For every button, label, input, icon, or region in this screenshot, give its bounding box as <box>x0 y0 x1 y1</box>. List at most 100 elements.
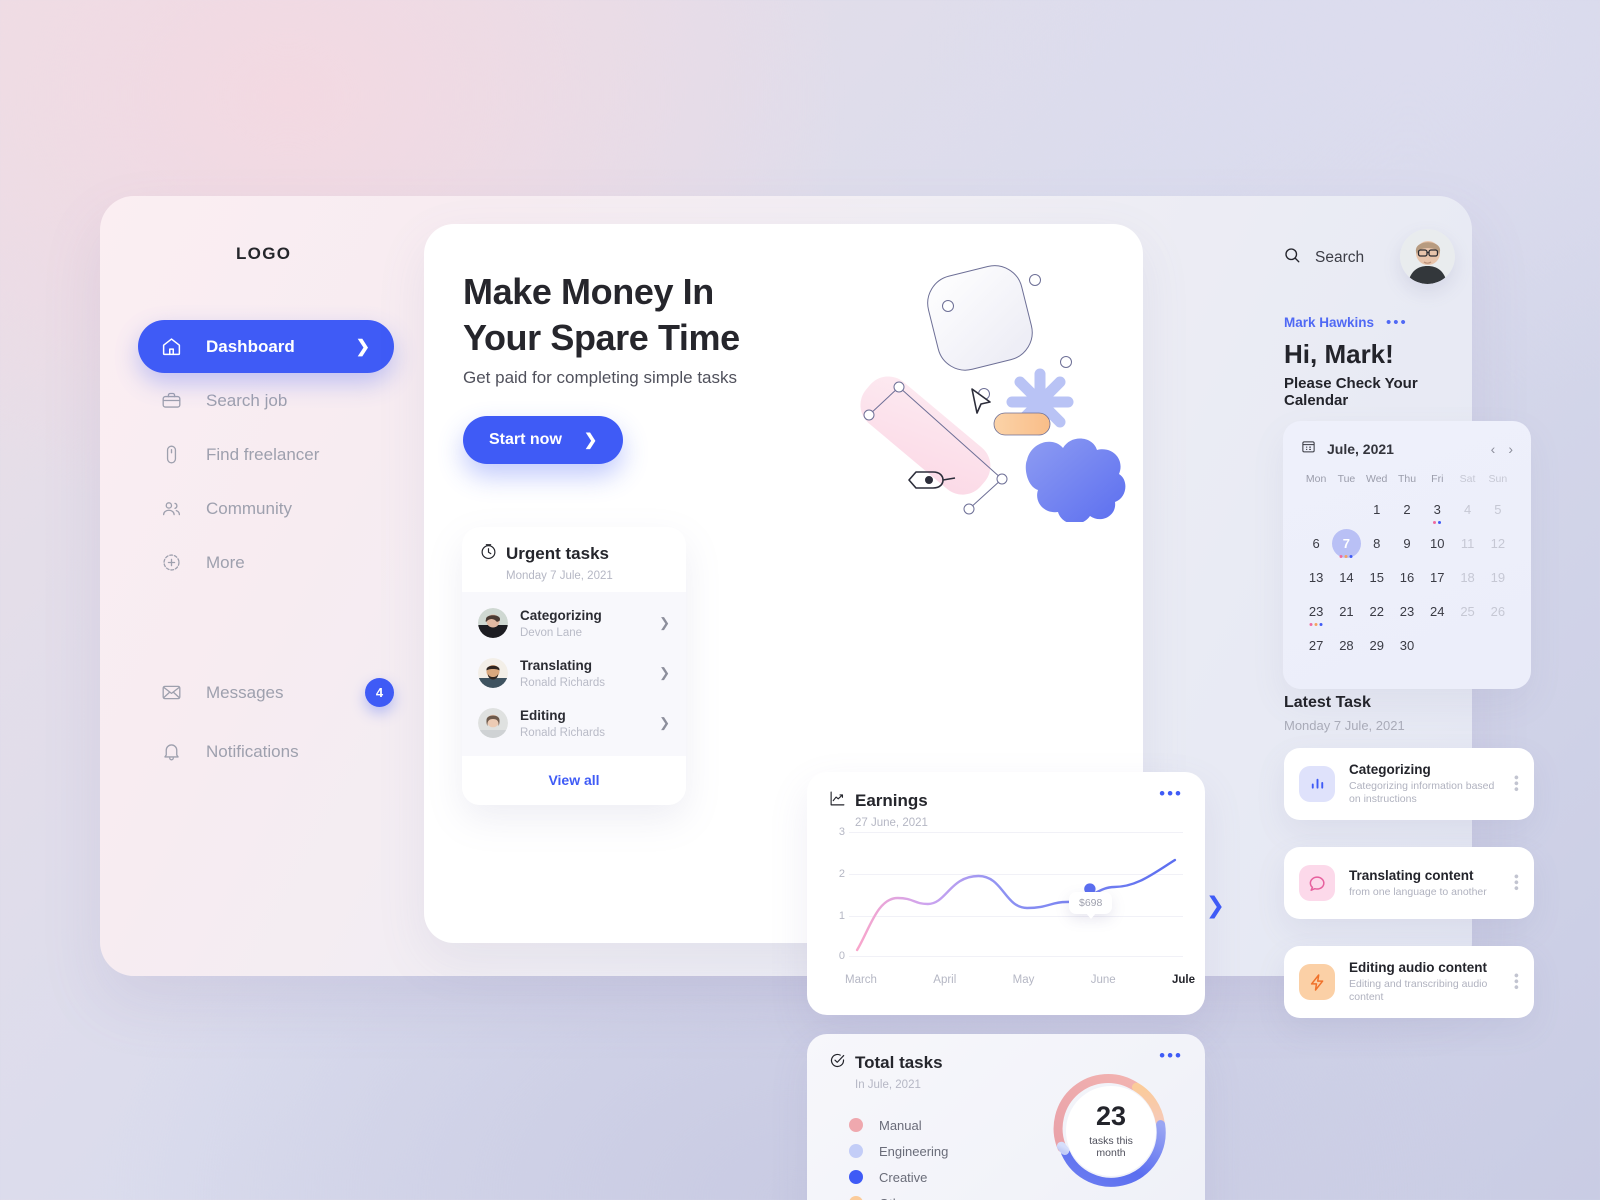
calendar-day-cell[interactable]: 25 <box>1452 596 1482 627</box>
donut-center-text: 23 tasks this month <box>1078 1101 1145 1160</box>
sidebar-item-search-job[interactable]: Search job <box>138 374 394 427</box>
calendar-day-cell[interactable]: 21 <box>1331 596 1361 627</box>
calendar-day-cell[interactable]: 30 <box>1392 630 1422 661</box>
calendar-day-number: 21 <box>1339 604 1354 619</box>
chevron-right-icon[interactable]: ❯ <box>659 715 670 731</box>
calendar-day-number: 1 <box>1373 502 1381 517</box>
latest-task-text: Editing audio content Editing and transc… <box>1349 960 1501 1004</box>
calendar-widget: Jule, 2021 ‹ › Mon Tue Wed Thu Fri Sat Sun 1 2 3 4… <box>1283 421 1531 689</box>
calendar-day-cell[interactable]: 8 <box>1362 528 1392 559</box>
calendar-day-cell[interactable]: 19 <box>1483 562 1513 593</box>
chevron-right-icon[interactable]: ❯ <box>659 665 670 681</box>
calendar-day-cell[interactable]: 15 <box>1362 562 1392 593</box>
earnings-title: Earnings <box>855 791 928 810</box>
start-now-button[interactable]: Start now ❯ <box>463 416 624 464</box>
calendar-day-cell[interactable]: 4 <box>1452 494 1482 525</box>
home-icon <box>160 336 182 358</box>
view-all-button[interactable]: View all <box>462 756 686 805</box>
calendar-day-cell[interactable]: 26 <box>1483 596 1513 627</box>
calendar-day-number: 5 <box>1494 502 1502 517</box>
calendar-day-number: 2 <box>1403 502 1411 517</box>
latest-task-menu-button[interactable]: ••• <box>1509 775 1525 793</box>
latest-task-menu-button[interactable]: ••• <box>1509 973 1525 991</box>
avatar <box>478 658 508 688</box>
calendar-day-cell[interactable]: 27 <box>1301 630 1331 661</box>
sidebar-item-messages[interactable]: Messages 4 <box>138 666 408 719</box>
sidebar-item-find-freelancer[interactable]: Find freelancer <box>138 428 394 481</box>
calendar-day-cell[interactable]: 23 <box>1392 596 1422 627</box>
calendar-dow-label: Tue <box>1337 473 1356 485</box>
calendar-dow-label: Fri <box>1431 473 1444 485</box>
calendar-day-number: 3 <box>1433 502 1441 517</box>
latest-task-card[interactable]: Categorizing Categorizing information ba… <box>1284 748 1534 820</box>
calendar-day-cell[interactable]: 24 <box>1422 596 1452 627</box>
calendar-day-cell[interactable]: 23 <box>1301 596 1331 627</box>
calendar-day-number: 14 <box>1339 570 1354 585</box>
chevron-right-icon[interactable]: ❯ <box>659 615 670 631</box>
total-tasks-menu-button[interactable]: ••• <box>1159 1047 1183 1064</box>
chevron-right-icon: ❯ <box>355 336 370 356</box>
list-item[interactable]: Categorizing Devon Lane ❯ <box>462 598 686 648</box>
y-tick: 0 <box>838 950 845 962</box>
latest-task-card[interactable]: Editing audio content Editing and transc… <box>1284 946 1534 1018</box>
calendar-day-cell[interactable]: 22 <box>1362 596 1392 627</box>
sidebar-item-label: Find freelancer <box>206 444 320 464</box>
calendar-next-button[interactable]: › <box>1508 441 1513 457</box>
calendar-day-cell[interactable]: 13 <box>1301 562 1331 593</box>
task-name: Translating <box>520 658 593 673</box>
user-line: Mark Hawkins ••• <box>1284 314 1408 331</box>
calendar-day-cell[interactable]: 3 <box>1422 494 1452 525</box>
search-icon <box>1283 246 1301 269</box>
total-tasks-card: Total tasks In Jule, 2021 ••• Manual Eng… <box>807 1034 1205 1200</box>
calendar-day-cell[interactable]: 10 <box>1422 528 1452 559</box>
calendar-day-number: 11 <box>1460 536 1475 551</box>
latest-task-title: Latest Task <box>1284 694 1371 711</box>
calendar-day-cell[interactable]: 9 <box>1392 528 1422 559</box>
calendar-day-cell[interactable]: 28 <box>1331 630 1361 661</box>
user-name[interactable]: Mark Hawkins <box>1284 315 1374 330</box>
avatar <box>478 608 508 638</box>
calendar-day-number: 18 <box>1460 570 1475 585</box>
latest-task-card[interactable]: Translating content from one language to… <box>1284 847 1534 919</box>
task-person: Ronald Richards <box>520 727 606 739</box>
calendar-day-cell[interactable]: 12 <box>1483 528 1513 559</box>
earnings-header: Earnings 27 June, 2021 <box>807 772 1205 829</box>
calendar-day-cell[interactable]: 11 <box>1452 528 1482 559</box>
sidebar-item-dashboard[interactable]: Dashboard ❯ <box>138 320 394 373</box>
y-tick: 2 <box>838 868 845 880</box>
earnings-card: Earnings 27 June, 2021 ••• 3 2 1 0 $698 … <box>807 772 1225 1015</box>
calendar-day-cell[interactable]: 29 <box>1362 630 1392 661</box>
list-item[interactable]: Translating Ronald Richards ❯ <box>462 648 686 698</box>
calendar-day-cell[interactable]: 16 <box>1392 562 1422 593</box>
sidebar-item-community[interactable]: Community <box>138 482 394 535</box>
calendar-day-cell[interactable]: 18 <box>1452 562 1482 593</box>
calendar-day-cell[interactable]: 14 <box>1331 562 1361 593</box>
list-item[interactable]: Editing Ronald Richards ❯ <box>462 698 686 748</box>
legend-label: Manual <box>879 1117 922 1133</box>
total-tasks-donut-chart: 23 tasks this month <box>1044 1064 1178 1198</box>
calendar-day-cell[interactable]: 1 <box>1362 494 1392 525</box>
calendar-day-cell[interactable]: 6 <box>1301 528 1331 559</box>
sidebar-item-notifications[interactable]: Notifications <box>138 725 408 778</box>
latest-task-text: Translating content from one language to… <box>1349 868 1487 899</box>
legend-label: Engineering <box>879 1143 949 1159</box>
mouse-icon <box>160 444 182 466</box>
avatar[interactable] <box>1400 229 1455 284</box>
user-menu-button[interactable]: ••• <box>1386 314 1408 331</box>
legend-color-swatch <box>849 1196 863 1200</box>
calendar-prev-button[interactable]: ‹ <box>1491 441 1496 457</box>
sidebar-item-more[interactable]: More <box>138 536 394 589</box>
search-input[interactable]: Search <box>1283 246 1364 269</box>
calendar-day-cell[interactable]: 17 <box>1422 562 1452 593</box>
donut-count: 23 <box>1095 1101 1127 1131</box>
calendar-day-number: 17 <box>1430 570 1445 585</box>
calendar-day-cell[interactable]: 5 <box>1483 494 1513 525</box>
calendar-day-number: 19 <box>1490 570 1506 585</box>
legend-label: Other <box>879 1196 912 1200</box>
latest-task-menu-button[interactable]: ••• <box>1509 874 1525 892</box>
sidebar-item-label: Search job <box>206 390 288 410</box>
calendar-grid: Mon Tue Wed Thu Fri Sat Sun 1 2 3 4 5 6 7 8 9 10 11 12 13 14… <box>1301 473 1513 661</box>
legend-item: Other <box>849 1190 948 1200</box>
calendar-day-cell[interactable]: 7 <box>1331 528 1361 559</box>
calendar-day-cell[interactable]: 2 <box>1392 494 1422 525</box>
